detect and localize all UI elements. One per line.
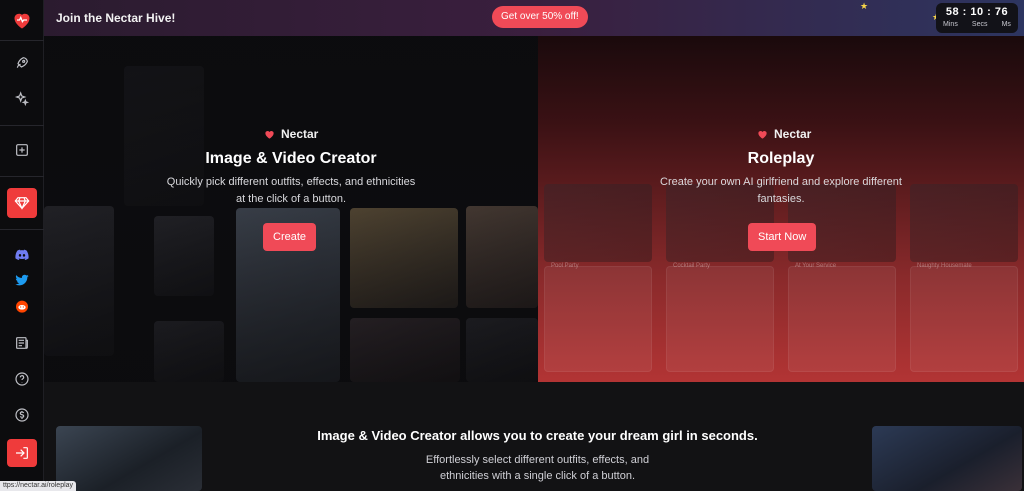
news-icon[interactable]: [6, 327, 38, 359]
brand-name: Nectar: [281, 127, 319, 141]
hero-title: Roleplay: [747, 150, 815, 167]
heart-icon: [265, 130, 274, 139]
help-icon[interactable]: [6, 363, 38, 395]
card-title: At Your Service: [795, 263, 837, 269]
reddit-icon[interactable]: [6, 293, 38, 319]
create-button[interactable]: Create: [263, 223, 317, 251]
timer-minutes: 58: [945, 6, 960, 18]
card-title: Pool Party: [551, 263, 579, 269]
hero-subtitle: Create your own AI girlfriend and explor…: [631, 174, 931, 208]
image-video-creator-panel[interactable]: Nectar Image & Video Creator Quickly pic…: [44, 36, 538, 382]
hero-title: Image & Video Creator: [205, 150, 377, 167]
roleplay-panel[interactable]: Pool Party Cocktail Party At Your Servic…: [538, 36, 1024, 382]
card-title: Naughty Housemate: [917, 263, 972, 269]
timer-ms: 76: [994, 6, 1009, 18]
timer-labels: Mins Secs Ms: [936, 21, 1018, 28]
login-icon[interactable]: [6, 439, 37, 467]
timer-digits: 58 : 10 : 76: [945, 6, 1009, 18]
feature-subtitle: Effortlessly select different outfits, e…: [350, 452, 725, 484]
hero-subtitle: Quickly pick different outfits, effects,…: [141, 174, 441, 208]
timer-label-secs: Secs: [971, 21, 988, 28]
app-root: Join the Nectar Hive! Get over 50% off! …: [0, 0, 1024, 491]
star-icon: ★: [860, 1, 869, 11]
timer-seconds: 10: [970, 6, 984, 18]
promo-banner: Join the Nectar Hive! Get over 50% off! …: [44, 0, 1024, 36]
sidebar: [0, 0, 44, 491]
nectar-brand: Nectar: [264, 127, 318, 141]
plus-square-icon[interactable]: [6, 134, 38, 166]
sidebar-divider: [0, 229, 44, 230]
discount-button[interactable]: Get over 50% off!: [492, 6, 588, 28]
discord-icon[interactable]: [6, 243, 38, 267]
brand-name: Nectar: [774, 127, 812, 141]
dollar-icon[interactable]: [6, 399, 38, 431]
card-title: Cocktail Party: [673, 263, 711, 269]
sparkles-icon[interactable]: [6, 83, 38, 115]
sidebar-divider: [0, 125, 44, 126]
sidebar-divider: [0, 40, 44, 41]
roleplay-card: At Your Service: [788, 263, 896, 372]
roleplay-card: Pool Party: [544, 263, 652, 372]
hero-subtitle-line: at the click of a button.: [235, 193, 347, 205]
panel-overlay: [44, 36, 538, 382]
twitter-icon[interactable]: [6, 267, 38, 293]
feature-title: Image & Video Creator allows you to crea…: [317, 428, 758, 443]
heart-icon: [758, 130, 767, 139]
feature-subtitle-line: ethnicities with a single click of a but…: [439, 470, 636, 482]
heart-logo-icon[interactable]: [6, 4, 38, 36]
roleplay-card: Naughty Housemate: [910, 263, 1018, 372]
hero-subtitle-line: fantasies.: [757, 193, 805, 205]
timer-label-mins: Mins: [943, 21, 958, 28]
start-now-button[interactable]: Start Now: [748, 223, 817, 251]
banner-title: Join the Nectar Hive!: [56, 11, 176, 25]
hero-subtitle-line: Quickly pick different outfits, effects,…: [166, 176, 416, 188]
feature-subtitle-line: Effortlessly select different outfits, e…: [425, 454, 650, 466]
sidebar-divider: [0, 176, 44, 177]
feature-image-right: [872, 426, 1022, 491]
nectar-brand: Nectar: [757, 127, 811, 141]
timer-label-ms: Ms: [1001, 21, 1011, 28]
gem-icon[interactable]: [6, 188, 37, 218]
status-url: ttps://nectar.ai/roleplay: [0, 481, 77, 491]
rocket-icon[interactable]: [6, 47, 38, 79]
roleplay-card: Cocktail Party: [666, 263, 774, 372]
feature-image-left: [56, 426, 202, 491]
hero-subtitle-line: Create your own AI girlfriend and explor…: [660, 176, 902, 188]
countdown-timer: 58 : 10 : 76 Mins Secs Ms: [936, 3, 1018, 33]
